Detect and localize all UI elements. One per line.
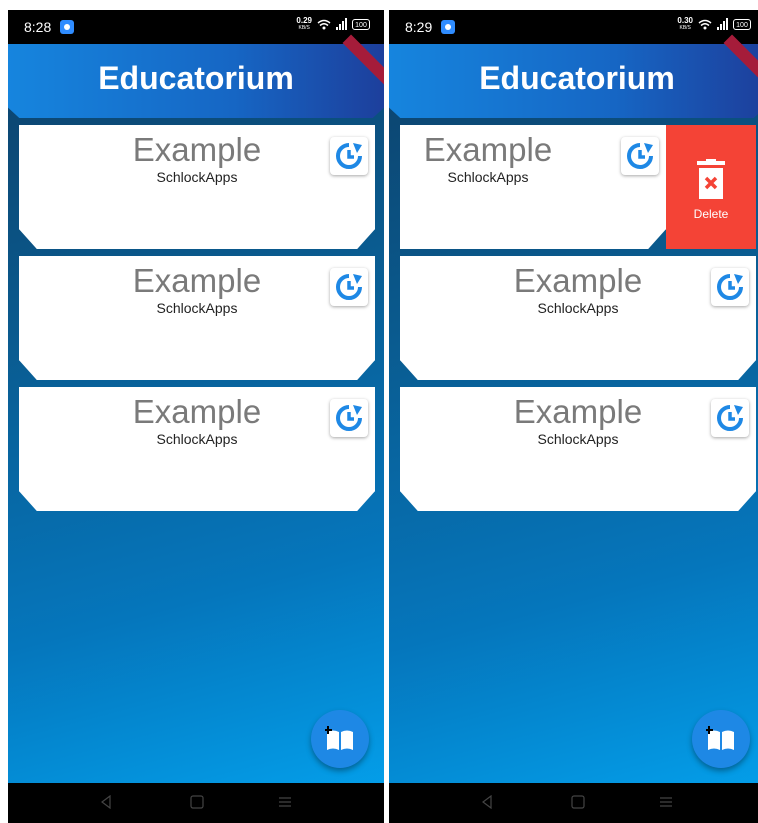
status-bar: 8:29 0.30 KB/S 100 <box>389 10 758 44</box>
phone-screen-left: 8:28 0.29 KB/S 100 Educatorium Example S… <box>8 10 384 823</box>
book-title: Example <box>513 393 643 430</box>
delete-label: Delete <box>693 207 729 221</box>
history-icon <box>336 274 362 300</box>
back-icon[interactable] <box>481 795 493 809</box>
book-author: SchlockApps <box>537 431 619 447</box>
network-speed-unit: KB/S <box>298 25 310 31</box>
history-icon <box>717 405 743 431</box>
phone-screen-right: 8:29 0.30 KB/S 100 Educatorium Example S… <box>389 10 758 823</box>
book-card[interactable]: Example SchlockApps <box>400 387 756 511</box>
app-bar: Educatorium <box>8 44 384 118</box>
book-author: SchlockApps <box>156 300 238 316</box>
network-speed-value: 0.30 <box>677 16 693 25</box>
battery-icon: 100 <box>733 18 751 30</box>
status-time: 8:29 <box>405 19 433 35</box>
swiped-card-row[interactable]: Example SchlockApps Delete <box>400 125 756 249</box>
book-title: Example <box>132 393 262 430</box>
book-add-icon <box>325 726 353 750</box>
history-icon <box>717 274 743 300</box>
app-title: Educatorium <box>98 60 294 96</box>
history-button[interactable] <box>330 137 368 175</box>
signal-icon <box>336 18 347 30</box>
history-button[interactable] <box>621 137 659 175</box>
add-book-button[interactable] <box>311 710 369 768</box>
notification-icon <box>60 20 74 34</box>
book-card[interactable]: Example SchlockApps <box>400 256 756 380</box>
book-add-icon <box>706 726 734 750</box>
network-speed: 0.30 KB/S <box>677 16 693 32</box>
home-icon[interactable] <box>571 795 585 809</box>
history-button[interactable] <box>330 399 368 437</box>
back-icon[interactable] <box>100 795 112 809</box>
history-button[interactable] <box>330 268 368 306</box>
app-title: Educatorium <box>479 60 675 96</box>
trash-icon <box>697 159 725 199</box>
book-author: SchlockApps <box>156 169 238 185</box>
network-speed: 0.29 KB/S <box>296 16 312 32</box>
network-speed-value: 0.29 <box>296 16 312 25</box>
history-icon <box>336 143 362 169</box>
book-title: Example <box>132 131 262 168</box>
book-card[interactable]: Example SchlockApps <box>19 125 375 249</box>
add-book-button[interactable] <box>692 710 750 768</box>
book-card[interactable]: Example SchlockApps <box>19 387 375 511</box>
status-bar: 8:28 0.29 KB/S 100 <box>8 10 384 44</box>
book-card[interactable]: Example SchlockApps <box>19 256 375 380</box>
wifi-icon <box>698 19 712 29</box>
app-bar: Educatorium <box>389 44 758 118</box>
menu-icon[interactable] <box>278 795 292 809</box>
book-card[interactable]: Example SchlockApps <box>400 125 666 249</box>
system-nav-bar <box>389 783 758 823</box>
status-time: 8:28 <box>24 19 52 35</box>
book-title: Example <box>513 262 643 299</box>
notification-icon <box>441 20 455 34</box>
history-button[interactable] <box>711 399 749 437</box>
book-author: SchlockApps <box>537 300 619 316</box>
history-button[interactable] <box>711 268 749 306</box>
signal-icon <box>717 18 728 30</box>
history-icon <box>627 143 653 169</box>
history-icon <box>336 405 362 431</box>
book-author: SchlockApps <box>156 431 238 447</box>
home-icon[interactable] <box>190 795 204 809</box>
battery-icon: 100 <box>352 18 370 30</box>
system-nav-bar <box>8 783 384 823</box>
menu-icon[interactable] <box>659 795 673 809</box>
wifi-icon <box>317 19 331 29</box>
network-speed-unit: KB/S <box>679 25 691 31</box>
delete-button[interactable]: Delete <box>666 125 756 249</box>
book-title: Example <box>132 262 262 299</box>
